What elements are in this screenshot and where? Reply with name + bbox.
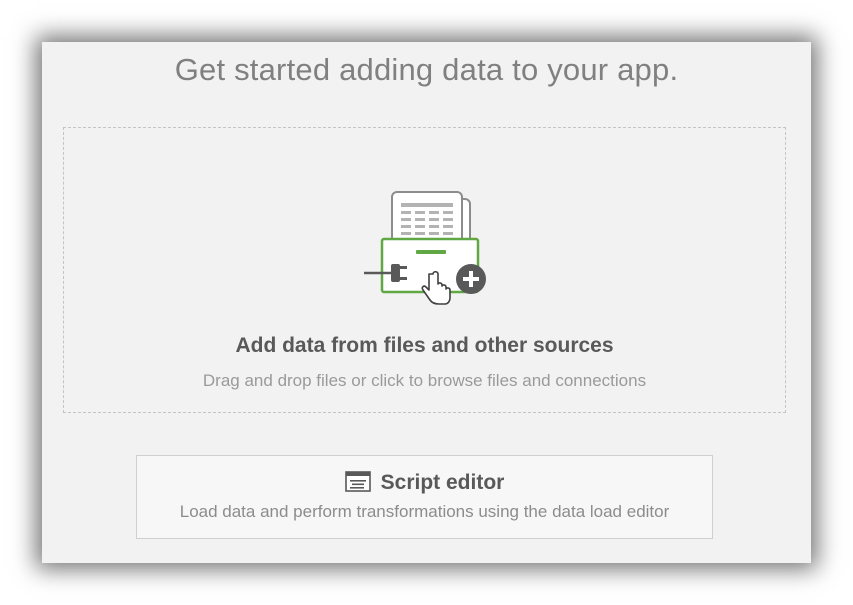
plus-circle-icon [456,264,486,294]
script-editor-label: Script editor [380,471,505,494]
dropzone-heading: Add data from files and other sources [235,334,614,357]
script-editor-heading: Script editor [137,471,712,495]
script-editor-description: Load data and perform transformations us… [179,502,670,521]
script-editor-icon [344,471,371,492]
dialog-title: Get started adding data to your app. [174,52,679,87]
add-data-dialog: Get started adding data to your app. Add… [42,42,811,563]
script-editor-button[interactable]: Script editor Load data and perform tran… [136,455,713,539]
add-data-dropzone[interactable]: Add data from files and other sources Dr… [63,127,786,413]
dropzone-subtitle: Drag and drop files or click to browse f… [202,371,647,390]
add-data-illustration [364,191,486,305]
